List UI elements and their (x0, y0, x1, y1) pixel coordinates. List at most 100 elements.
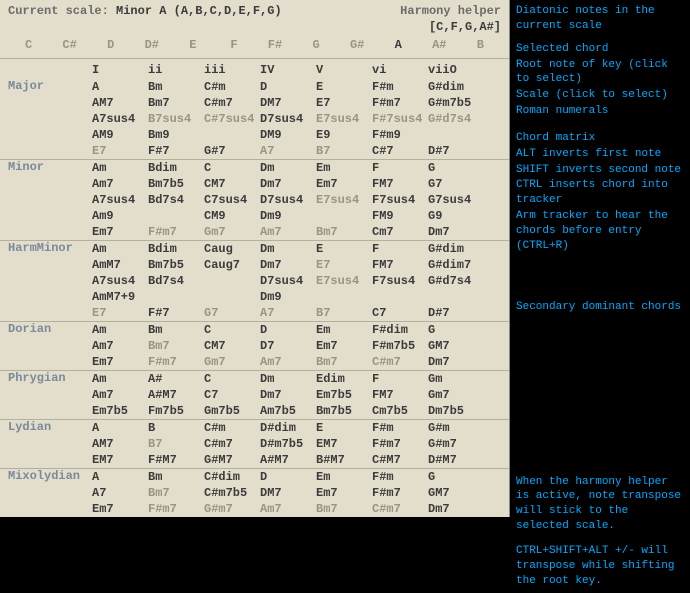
root-note-E[interactable]: E (172, 38, 213, 52)
chord-cell[interactable]: A#M7 (260, 452, 316, 468)
chord-cell[interactable]: F#m7 (148, 224, 204, 240)
chord-cell[interactable]: Bm7b5 (148, 176, 204, 192)
chord-cell[interactable]: Dm7b5 (428, 403, 484, 419)
chord-cell[interactable]: Bm7 (148, 338, 204, 354)
chord-cell[interactable]: F#m (372, 469, 428, 485)
chord-cell[interactable]: F#m7 (148, 501, 204, 517)
root-note-As[interactable]: A# (419, 38, 460, 52)
chord-cell[interactable]: C#m7 (372, 501, 428, 517)
chord-cell[interactable]: FM7 (372, 176, 428, 192)
chord-cell[interactable]: F#m (372, 420, 428, 436)
scale-HarmMinor[interactable]: HarmMinor (0, 241, 92, 257)
chord-cell[interactable]: F#m7 (372, 95, 428, 111)
chord-cell[interactable]: Dm7 (260, 257, 316, 273)
chord-cell[interactable]: A7sus4 (92, 273, 148, 289)
chord-cell[interactable]: Am7 (92, 338, 148, 354)
chord-cell[interactable]: Dm7 (260, 387, 316, 403)
scale-Lydian[interactable]: Lydian (0, 420, 92, 436)
chord-cell[interactable]: D#7 (428, 143, 484, 159)
chord-cell[interactable]: Am7 (260, 224, 316, 240)
root-note-Gs[interactable]: G# (337, 38, 378, 52)
chord-cell[interactable]: GM7 (428, 485, 484, 501)
chord-cell[interactable]: F7sus4 (372, 273, 428, 289)
chord-cell[interactable]: Am7 (260, 354, 316, 370)
chord-cell[interactable]: F#m (372, 79, 428, 95)
root-note-B[interactable]: B (460, 38, 501, 52)
root-note-F[interactable]: F (213, 38, 254, 52)
chord-cell[interactable]: Bm7b5 (316, 403, 372, 419)
chord-cell[interactable]: Dm9 (260, 208, 316, 224)
chord-cell[interactable]: C#m7b5 (204, 485, 260, 501)
chord-cell[interactable]: Gm (428, 371, 484, 387)
chord-cell[interactable]: CM9 (204, 208, 260, 224)
chord-cell[interactable]: Am7b5 (260, 403, 316, 419)
chord-cell[interactable]: Bdim (148, 241, 204, 257)
chord-cell[interactable]: Cm7 (372, 224, 428, 240)
chord-cell[interactable]: Dm7 (428, 224, 484, 240)
chord-cell[interactable]: Em7b5 (316, 387, 372, 403)
chord-cell[interactable]: Am7 (92, 176, 148, 192)
chord-cell[interactable]: D (260, 79, 316, 95)
chord-cell[interactable]: Bm7 (316, 354, 372, 370)
chord-cell[interactable]: AM7 (92, 95, 148, 111)
root-note-Cs[interactable]: C# (49, 38, 90, 52)
chord-cell[interactable]: Fm7b5 (148, 403, 204, 419)
root-note-Ds[interactable]: D# (131, 38, 172, 52)
chord-cell[interactable]: Dm (260, 160, 316, 176)
chord-cell[interactable]: F#m9 (372, 127, 428, 143)
chord-cell[interactable]: E7 (316, 257, 372, 273)
chord-cell[interactable]: G (428, 160, 484, 176)
chord-cell[interactable]: Cm7b5 (372, 403, 428, 419)
chord-cell[interactable]: Em7 (92, 501, 148, 517)
chord-cell[interactable]: D#dim (260, 420, 316, 436)
chord-cell[interactable]: Bm7b5 (148, 257, 204, 273)
chord-cell[interactable]: A (92, 469, 148, 485)
chord-cell[interactable]: C#dim (204, 469, 260, 485)
chord-cell[interactable]: AmM7 (92, 257, 148, 273)
chord-cell[interactable]: Bm7 (148, 485, 204, 501)
chord-cell[interactable]: Gm7 (204, 224, 260, 240)
chord-cell[interactable]: Bdim (148, 160, 204, 176)
chord-cell[interactable]: Caug (204, 241, 260, 257)
chord-cell[interactable]: Bm7 (316, 224, 372, 240)
scale-Mixolydian[interactable]: Mixolydian (0, 469, 92, 485)
chord-cell[interactable]: Caug7 (204, 257, 260, 273)
chord-cell[interactable]: Dm9 (260, 289, 316, 305)
chord-cell[interactable]: EM7 (316, 436, 372, 452)
chord-cell[interactable]: Am (92, 241, 148, 257)
chord-cell[interactable]: D7 (260, 338, 316, 354)
chord-cell[interactable]: F (372, 160, 428, 176)
chord-cell[interactable]: F#dim (372, 322, 428, 338)
chord-cell[interactable]: E7sus4 (316, 111, 372, 127)
chord-cell[interactable]: D#M7 (428, 452, 484, 468)
chord-cell[interactable]: Am (92, 160, 148, 176)
chord-cell[interactable]: Gm7 (428, 387, 484, 403)
root-note-Fs[interactable]: F# (254, 38, 295, 52)
chord-cell[interactable]: D7sus4 (260, 192, 316, 208)
chord-cell[interactable]: F#7sus4 (372, 111, 428, 127)
chord-cell[interactable]: Em7 (316, 338, 372, 354)
chord-cell[interactable]: C#7 (372, 143, 428, 159)
chord-cell[interactable]: CM7 (204, 338, 260, 354)
chord-cell[interactable]: B7sus4 (148, 111, 204, 127)
chord-cell[interactable]: Em7 (316, 176, 372, 192)
chord-cell[interactable]: Am9 (92, 208, 148, 224)
chord-cell[interactable]: F (372, 371, 428, 387)
chord-cell[interactable]: F#M7 (148, 452, 204, 468)
chord-cell[interactable]: Bm (148, 469, 204, 485)
chord-cell[interactable]: E (316, 79, 372, 95)
chord-cell[interactable]: FM9 (372, 208, 428, 224)
chord-cell[interactable]: G9 (428, 208, 484, 224)
chord-cell[interactable]: B7 (316, 305, 372, 321)
chord-cell[interactable]: B (148, 420, 204, 436)
chord-cell[interactable]: C (204, 371, 260, 387)
chord-cell[interactable]: Dm7 (428, 354, 484, 370)
chord-cell[interactable]: G (428, 469, 484, 485)
chord-cell[interactable]: CM7 (204, 176, 260, 192)
chord-cell[interactable]: G#d7s4 (428, 111, 484, 127)
chord-cell[interactable]: D7sus4 (260, 111, 316, 127)
chord-cell[interactable]: Em7b5 (92, 403, 148, 419)
chord-cell[interactable]: C (204, 160, 260, 176)
root-note-C[interactable]: C (8, 38, 49, 52)
chord-cell[interactable]: E7sus4 (316, 273, 372, 289)
